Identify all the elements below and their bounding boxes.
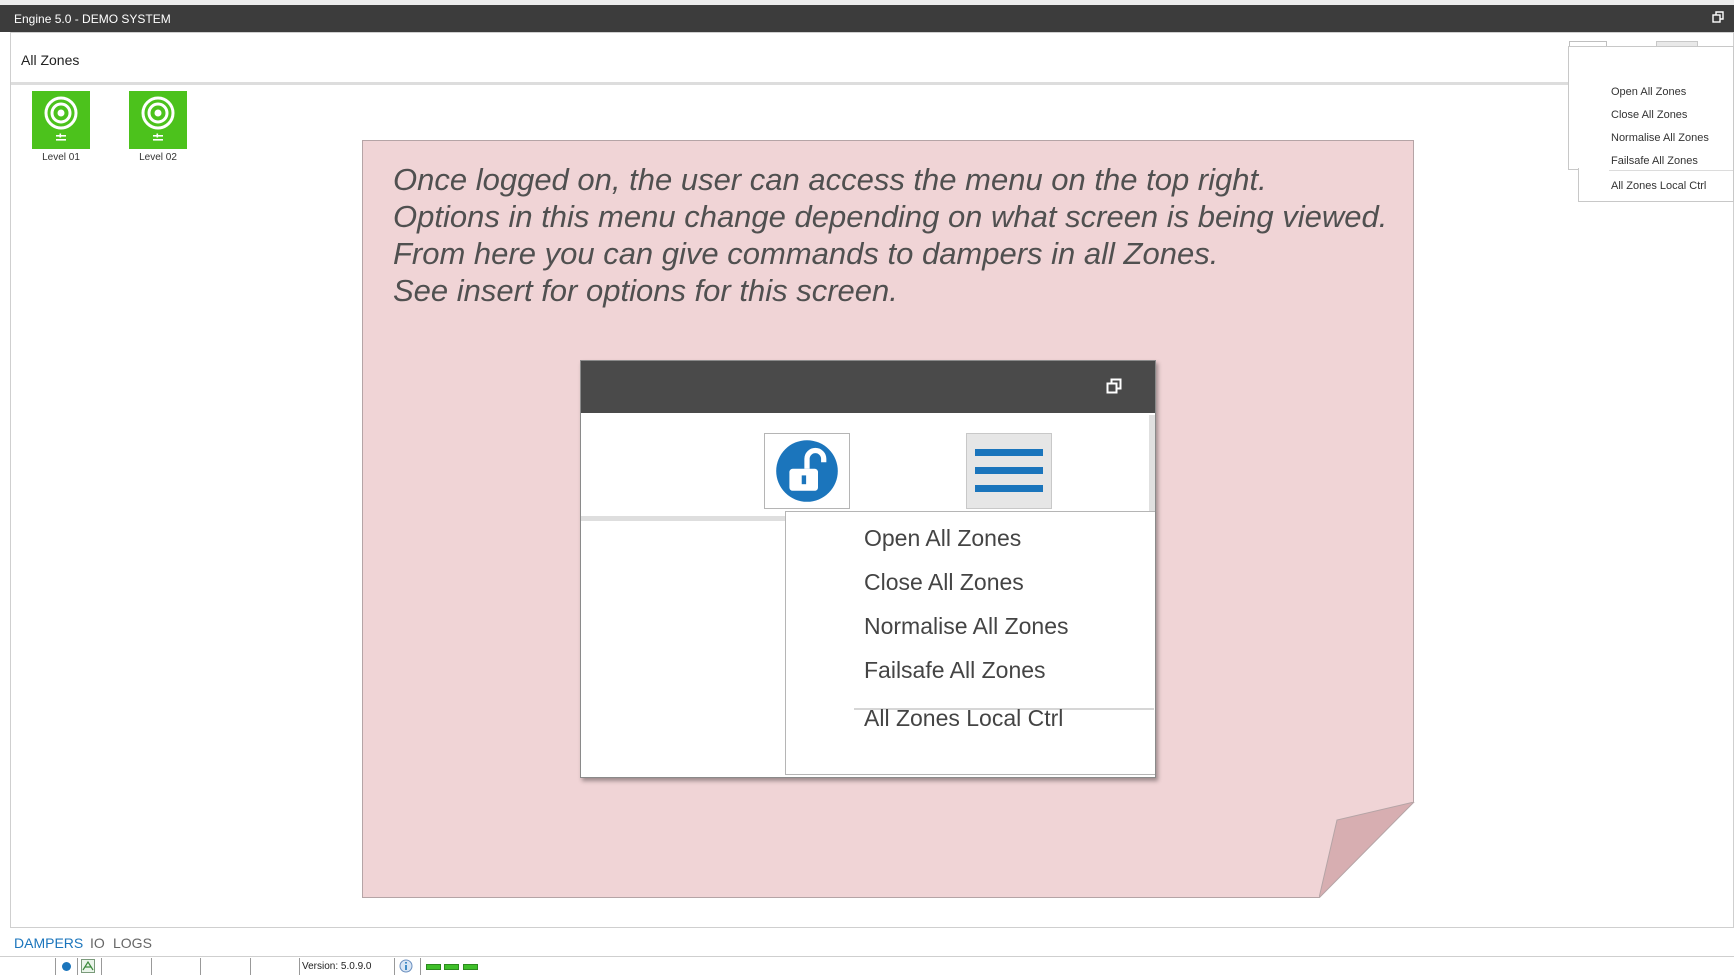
insert-menu-item: Normalise All Zones [864, 613, 1069, 639]
status-divider [394, 958, 395, 975]
insert-menu-item: Failsafe All Zones [864, 657, 1046, 683]
status-led-icon [463, 964, 478, 970]
connection-dot-icon [62, 962, 71, 971]
restore-window-icon[interactable] [1712, 11, 1724, 23]
window-title: Engine 5.0 - DEMO SYSTEM [14, 12, 171, 26]
menu-item-open-all-zones[interactable]: Open All Zones [1611, 86, 1686, 98]
note-line: From here you can give commands to dampe… [393, 236, 1219, 271]
status-divider [101, 958, 102, 975]
insert-menu-item: All Zones Local Ctrl [864, 705, 1064, 731]
insert-menu-item: Open All Zones [864, 525, 1022, 551]
menu-item-normalise-all-zones[interactable]: Normalise All Zones [1611, 132, 1709, 144]
target-icon [44, 96, 78, 141]
level-02-label: Level 02 [139, 152, 177, 163]
menu-insert-image: Open All Zones Close All Zones Normalise… [580, 360, 1156, 778]
status-divider [200, 958, 201, 975]
level-01-label: Level 01 [42, 152, 80, 163]
page-title: All Zones [21, 52, 80, 68]
window-titlebar: Engine 5.0 - DEMO SYSTEM [0, 0, 1734, 32]
status-divider [55, 958, 56, 975]
tab-dampers[interactable]: DAMPERS [14, 935, 83, 951]
menu-separator [1609, 170, 1733, 171]
insert-titlebar [581, 361, 1155, 413]
status-led-icon [444, 964, 459, 970]
note-line: See insert for options for this screen. [393, 273, 898, 308]
restore-window-icon [1106, 378, 1122, 394]
tab-logs[interactable]: LOGS [113, 935, 152, 951]
status-led-icon [426, 964, 441, 970]
menu-item-failsafe-all-zones[interactable]: Failsafe All Zones [1611, 155, 1698, 167]
network-icon [81, 959, 95, 973]
status-divider [151, 958, 152, 975]
tab-io[interactable]: IO [90, 935, 105, 951]
insert-menu-button [966, 433, 1052, 509]
hamburger-menu-icon [975, 449, 1043, 492]
level-01-tile[interactable] [32, 91, 90, 149]
unlock-icon [776, 440, 838, 502]
insert-header [581, 413, 1155, 521]
menu-item-close-all-zones[interactable]: Close All Zones [1611, 109, 1687, 121]
status-divider [250, 958, 251, 975]
status-divider [77, 958, 78, 975]
status-divider [420, 958, 421, 975]
insert-dropdown-menu: Open All Zones Close All Zones Normalise… [785, 511, 1155, 775]
version-label: Version: 5.0.9.0 [302, 961, 372, 972]
annotation-text: Once logged on, the user can access the … [393, 161, 1393, 309]
note-line: Options in this menu change depending on… [393, 199, 1388, 234]
dropdown-menu-footer: All Zones Local Ctrl [1578, 168, 1734, 202]
note-line: Once logged on, the user can access the … [393, 162, 1267, 197]
insert-menu-item: Close All Zones [864, 569, 1024, 595]
insert-lock-button [764, 433, 850, 509]
info-icon[interactable] [399, 959, 413, 973]
page-header: All Zones [11, 33, 1733, 85]
status-bar: Version: 5.0.9.0 [0, 956, 1734, 975]
target-icon [141, 96, 175, 141]
note-page-curl [1319, 802, 1415, 898]
zones-dropdown-menu: Open All Zones Close All Zones Normalise… [1568, 46, 1734, 170]
status-divider [299, 958, 300, 975]
level-02-tile[interactable] [129, 91, 187, 149]
menu-item-all-zones-local-ctrl[interactable]: All Zones Local Ctrl [1611, 180, 1706, 192]
